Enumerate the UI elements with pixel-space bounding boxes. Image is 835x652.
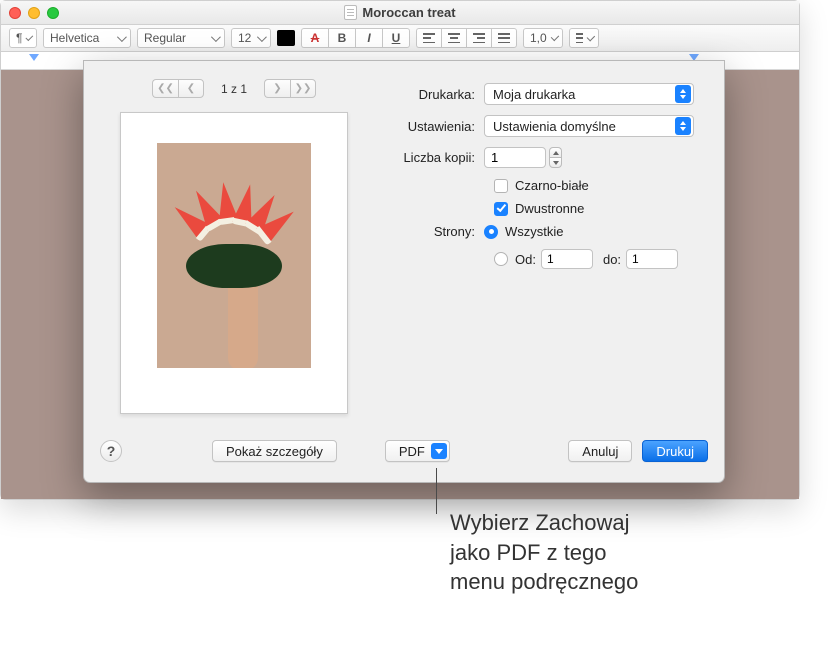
print-button[interactable]: Drukuj xyxy=(642,440,708,462)
underline-button[interactable]: U xyxy=(382,28,410,48)
pager-fwd-group: ❯ ❯❯ xyxy=(264,79,316,98)
dialog-footer: ? Pokaż szczegóły PDF Anuluj Drukuj xyxy=(84,432,724,482)
align-right-button[interactable] xyxy=(466,28,491,48)
preview-column: ❮❮ ❮ 1 z 1 ❯ ❯❯ xyxy=(84,61,384,432)
twosided-label: Dwustronne xyxy=(515,201,584,216)
chevron-down-icon xyxy=(587,32,595,40)
prev-page-button[interactable]: ❮ xyxy=(178,79,204,98)
print-options: Drukarka: Moja drukarka Ustawienia: Usta… xyxy=(384,61,724,432)
help-button[interactable]: ? xyxy=(100,440,122,462)
italic-button[interactable]: I xyxy=(355,28,382,48)
preview-photo xyxy=(157,143,311,368)
show-details-button[interactable]: Pokaż szczegóły xyxy=(212,440,337,462)
align-group xyxy=(416,28,517,48)
updown-icon xyxy=(675,85,691,103)
text-style-group: A B I U xyxy=(301,28,410,48)
next-page-button[interactable]: ❯ xyxy=(264,79,290,98)
title-text: Moroccan treat xyxy=(362,5,455,20)
cancel-button[interactable]: Anuluj xyxy=(568,440,632,462)
first-page-button[interactable]: ❮❮ xyxy=(152,79,178,98)
copies-input[interactable] xyxy=(484,147,546,168)
presets-select[interactable]: Ustawienia domyślne xyxy=(484,115,694,137)
callout-leader-line xyxy=(436,468,437,514)
pages-from-label: Od: xyxy=(515,252,536,267)
pages-to-label: do: xyxy=(603,252,621,267)
page-navigator: ❮❮ ❮ 1 z 1 ❯ ❯❯ xyxy=(152,79,316,98)
callout-text: Wybierz Zachowaj jako PDF z tego menu po… xyxy=(450,508,638,597)
text-color-swatch[interactable] xyxy=(277,30,295,46)
pages-from-input[interactable] xyxy=(541,249,593,269)
chevron-down-icon xyxy=(431,443,447,459)
font-size-select[interactable]: 12 xyxy=(231,28,271,48)
paragraph-style-button[interactable]: ¶ xyxy=(9,28,37,48)
copies-label: Liczba kopii: xyxy=(390,150,484,165)
twosided-checkbox[interactable] xyxy=(494,202,508,216)
chevron-down-icon xyxy=(117,32,127,42)
chevron-down-icon xyxy=(26,33,33,40)
presets-label: Ustawienia: xyxy=(390,119,484,134)
last-page-button[interactable]: ❯❯ xyxy=(290,79,316,98)
list-style-button[interactable] xyxy=(569,28,599,48)
page-preview xyxy=(120,112,348,414)
copies-stepper[interactable] xyxy=(549,147,562,168)
printer-select[interactable]: Moja drukarka xyxy=(484,83,694,105)
page-indicator: 1 z 1 xyxy=(214,82,254,96)
format-toolbar: ¶ Helvetica Regular 12 A B I U 1,0 xyxy=(1,25,799,52)
align-justify-button[interactable] xyxy=(491,28,517,48)
pages-to-input[interactable] xyxy=(626,249,678,269)
pdf-menu-button[interactable]: PDF xyxy=(385,440,450,462)
pages-all-label: Wszystkie xyxy=(505,224,564,239)
printer-label: Drukarka: xyxy=(390,87,484,102)
bold-button[interactable]: B xyxy=(328,28,355,48)
window-title: Moroccan treat xyxy=(1,5,799,20)
line-spacing-select[interactable]: 1,0 xyxy=(523,28,563,48)
font-weight-select[interactable]: Regular xyxy=(137,28,225,48)
bw-label: Czarno-białe xyxy=(515,178,589,193)
align-center-button[interactable] xyxy=(441,28,466,48)
pages-label: Strony: xyxy=(390,224,484,239)
document-icon xyxy=(344,5,357,20)
chevron-down-icon xyxy=(211,32,221,42)
pages-all-radio[interactable] xyxy=(484,225,498,239)
font-family-select[interactable]: Helvetica xyxy=(43,28,131,48)
align-left-button[interactable] xyxy=(416,28,441,48)
bw-checkbox[interactable] xyxy=(494,179,508,193)
chevron-down-icon xyxy=(257,32,267,42)
strike-button[interactable]: A xyxy=(301,28,328,48)
chevron-down-icon xyxy=(550,32,559,41)
pager-back-group: ❮❮ ❮ xyxy=(152,79,204,98)
updown-icon xyxy=(675,117,691,135)
pages-range-radio[interactable] xyxy=(494,252,508,266)
print-dialog: ❮❮ ❮ 1 z 1 ❯ ❯❯ xyxy=(83,60,725,483)
titlebar: Moroccan treat xyxy=(1,1,799,25)
